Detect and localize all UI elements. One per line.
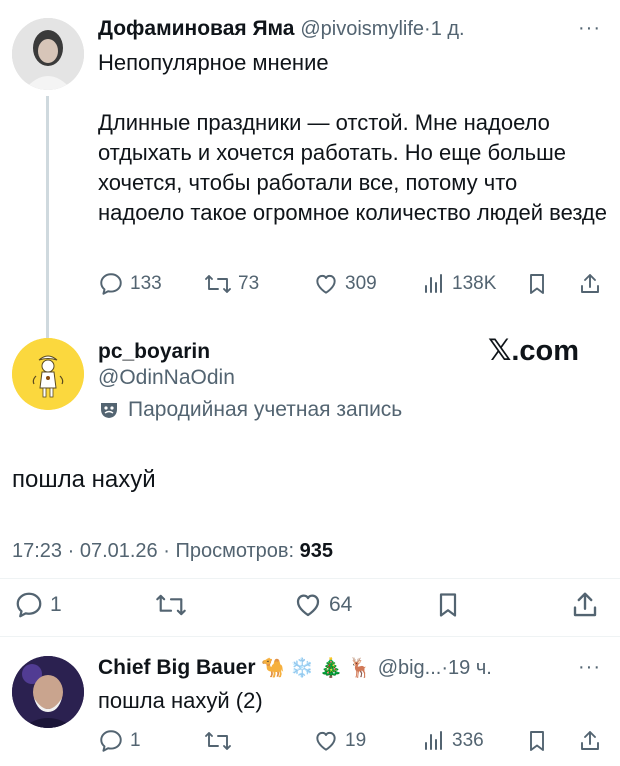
- bookmark-icon[interactable]: [434, 590, 462, 620]
- reply-button[interactable]: 1: [98, 728, 141, 754]
- avatar-photo: [12, 18, 84, 90]
- view-count: 935: [299, 540, 334, 562]
- name-emojis: 🐪 ❄️ 🎄 🦌: [261, 658, 372, 679]
- author-handle[interactable]: @big...: [378, 657, 442, 679]
- reply-icon: [98, 728, 124, 754]
- reply-icon: [98, 271, 124, 297]
- timestamp[interactable]: 1 д.: [431, 18, 465, 40]
- views-count: 336: [452, 730, 484, 751]
- heart-icon: [293, 590, 323, 620]
- divider: [0, 636, 620, 637]
- like-count: 19: [345, 730, 367, 751]
- thread-line: [46, 96, 49, 358]
- author-handle[interactable]: @OdinNaOdin: [98, 366, 235, 390]
- avatar-photo: [12, 656, 84, 728]
- reply-count: 133: [130, 273, 162, 294]
- tweet-text: пошла нахуй (2): [98, 688, 263, 713]
- retweet-icon[interactable]: [204, 728, 232, 754]
- views-icon: [422, 728, 446, 754]
- timestamp[interactable]: 19 ч.: [448, 657, 492, 679]
- retweet-button[interactable]: 73: [204, 271, 259, 297]
- share-icon[interactable]: [578, 271, 602, 297]
- retweet-count: 73: [238, 273, 260, 294]
- like-count: 309: [345, 273, 377, 294]
- mask-icon: [98, 399, 120, 421]
- avatar[interactable]: [12, 656, 84, 728]
- more-icon[interactable]: ···: [578, 17, 601, 40]
- bookmark-icon[interactable]: [525, 728, 549, 754]
- like-count: 64: [329, 593, 353, 616]
- tweet-text: пошла нахуй: [12, 466, 156, 493]
- author-handle[interactable]: @pivoismylife: [300, 18, 424, 40]
- reply-count: 1: [130, 730, 141, 751]
- heart-icon: [313, 271, 339, 297]
- retweet-icon: [204, 271, 232, 297]
- retweet-icon[interactable]: [155, 590, 187, 620]
- author-name[interactable]: pc_boyarin: [98, 340, 210, 364]
- avatar[interactable]: [12, 18, 84, 90]
- reply-button[interactable]: 1: [14, 590, 62, 620]
- like-button[interactable]: 19: [313, 728, 366, 754]
- share-icon[interactable]: [578, 728, 602, 754]
- parody-label: Пародийная учетная запись: [98, 398, 402, 422]
- like-button[interactable]: 309: [313, 271, 377, 297]
- more-icon[interactable]: ···: [578, 656, 601, 679]
- author-name[interactable]: Дофаминовая Яма: [98, 17, 295, 40]
- views-count: 138K: [452, 273, 497, 294]
- share-icon[interactable]: [570, 590, 600, 620]
- tweet-meta: 17:23 · 07.01.26 · Просмотров: 935: [12, 540, 333, 563]
- separator: ·: [424, 18, 431, 40]
- reply-button[interactable]: 133: [98, 271, 162, 297]
- like-button[interactable]: 64: [293, 590, 352, 620]
- views-icon: [422, 271, 446, 297]
- avatar-illustration: [12, 338, 84, 410]
- views-button[interactable]: 138K: [422, 271, 496, 297]
- avatar[interactable]: [12, 338, 84, 410]
- tweet-text: Непопулярное мнение Длинные праздники — …: [98, 50, 608, 225]
- reply-count: 1: [50, 593, 62, 616]
- bookmark-icon[interactable]: [525, 271, 549, 297]
- reply-icon: [14, 590, 44, 620]
- timestamp[interactable]: 17:23 · 07.01.26 · Просмотров:: [12, 540, 300, 562]
- author-name[interactable]: Chief Big Bauer: [98, 656, 256, 679]
- views-button[interactable]: 336: [422, 728, 484, 754]
- heart-icon: [313, 728, 339, 754]
- divider: [0, 578, 620, 579]
- parody-label-text: Пародийная учетная запись: [128, 398, 403, 421]
- brand-logo: 𝕏.com: [488, 335, 580, 367]
